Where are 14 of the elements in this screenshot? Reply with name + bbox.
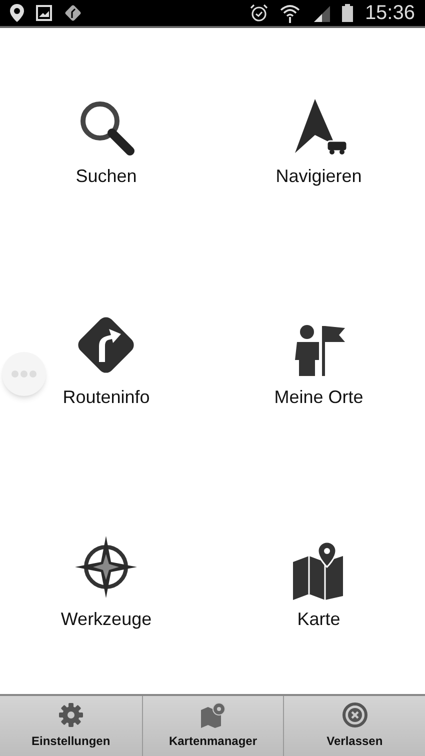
- more-dots-icon: [11, 370, 37, 378]
- toolbar-button[interactable]: Einstellungen: [0, 696, 142, 756]
- close-icon: [342, 702, 368, 728]
- settings-icon: [58, 702, 84, 728]
- alarm-clock-icon: [250, 4, 268, 22]
- image-icon: [36, 5, 52, 21]
- map-gear-icon: [198, 702, 227, 728]
- battery-icon: [342, 4, 353, 22]
- toolbar-button[interactable]: Verlassen: [283, 696, 425, 756]
- wifi-icon: [280, 3, 300, 23]
- toolbar-button[interactable]: Kartenmanager: [142, 696, 284, 756]
- clock-time: 15:36: [364, 3, 415, 23]
- signal-icon: [312, 4, 330, 22]
- location-pin-icon: [10, 4, 24, 22]
